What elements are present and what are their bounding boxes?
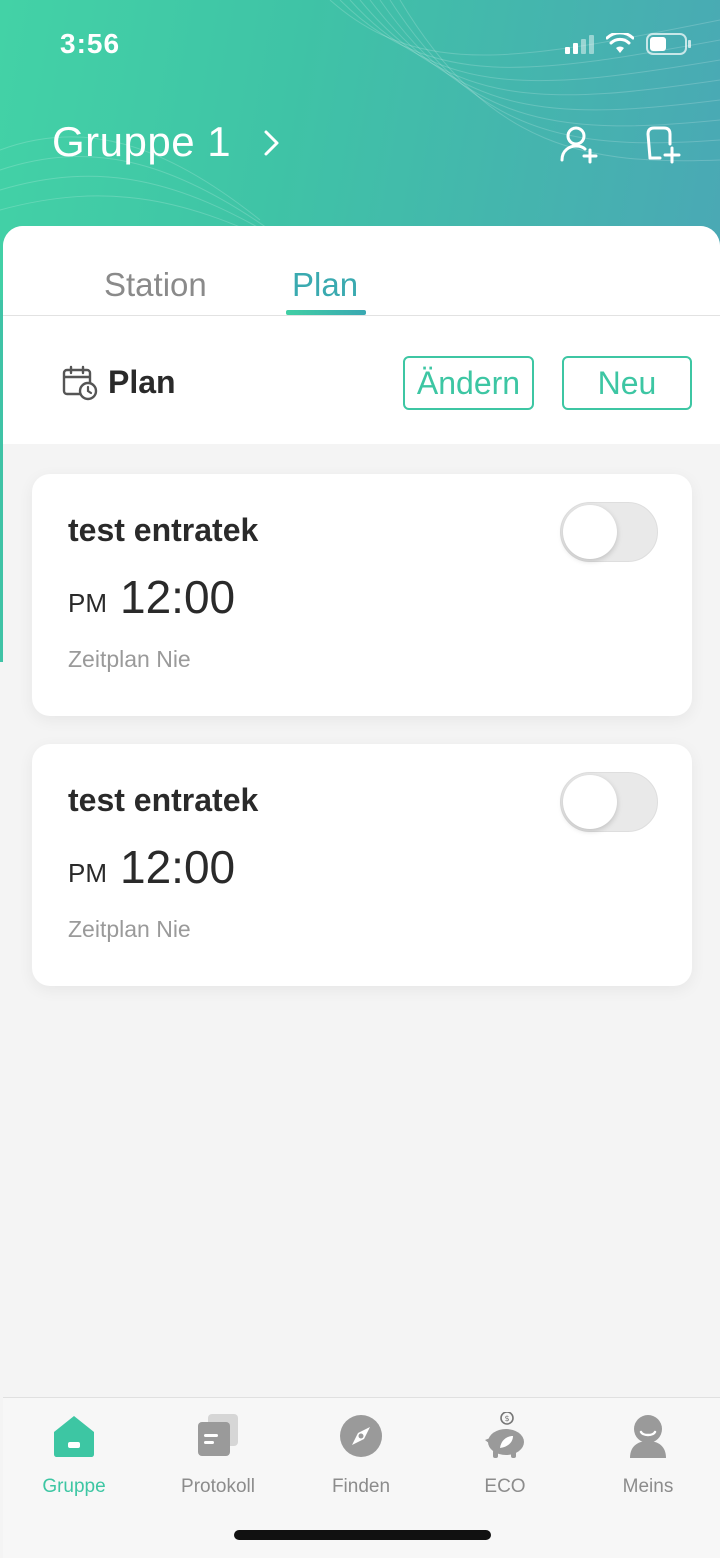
- schedule-toggle[interactable]: [560, 502, 658, 562]
- header-title-row: Gruppe 1: [0, 110, 720, 180]
- add-user-icon[interactable]: [558, 122, 602, 166]
- nav-label: Finden: [331, 1476, 391, 1497]
- schedule-name: test entratek: [68, 512, 259, 548]
- status-bar: 3:56: [0, 0, 720, 90]
- add-device-icon[interactable]: [640, 122, 684, 166]
- schedule-time: 12:00: [120, 571, 236, 623]
- home-icon: [50, 1412, 98, 1460]
- signal-icon: [564, 33, 594, 60]
- nav-item-meins[interactable]: Meins: [578, 1408, 718, 1498]
- chevron-right-icon[interactable]: [262, 126, 282, 165]
- toggle-knob: [563, 505, 617, 559]
- piggy-bank-icon: $: [481, 1411, 529, 1460]
- plan-heading: Plan: [108, 364, 176, 400]
- calendar-clock-icon: [61, 364, 99, 407]
- nav-item-protokoll[interactable]: Protokoll: [148, 1408, 288, 1498]
- tab-plan[interactable]: Plan: [292, 266, 358, 304]
- toggle-knob: [563, 775, 617, 829]
- plan-toolbar: Plan Ändern Neu: [3, 316, 720, 444]
- nav-item-finden[interactable]: Finden: [291, 1408, 431, 1498]
- profile-icon: [624, 1412, 672, 1460]
- schedule-card[interactable]: test entratek PM 12:00 Zeitplan Nie: [32, 474, 692, 716]
- schedule-name: test entratek: [68, 782, 259, 818]
- content-panel: Station Plan Plan Ändern Neu test entrat…: [3, 226, 720, 1396]
- nav-label: Gruppe: [42, 1476, 106, 1497]
- schedule-card[interactable]: test entratek PM 12:00 Zeitplan Nie: [32, 744, 692, 986]
- schedule-repeat: Zeitplan Nie: [68, 916, 191, 942]
- status-icons: [564, 31, 692, 61]
- edit-button[interactable]: Ändern: [403, 356, 534, 410]
- log-icon: [194, 1412, 242, 1460]
- schedule-repeat: Zeitplan Nie: [68, 646, 191, 672]
- active-tab-indicator: [286, 310, 366, 315]
- tab-station[interactable]: Station: [104, 266, 207, 304]
- new-button[interactable]: Neu: [562, 356, 692, 410]
- group-title[interactable]: Gruppe 1: [52, 118, 231, 166]
- schedule-ampm: PM: [68, 588, 107, 618]
- nav-item-eco[interactable]: $ ECO: [435, 1408, 575, 1498]
- wifi-icon: [605, 31, 635, 60]
- nav-item-gruppe[interactable]: Gruppe: [4, 1408, 144, 1498]
- nav-label: Protokoll: [181, 1476, 255, 1497]
- nav-label: ECO: [484, 1476, 526, 1497]
- nav-label: Meins: [622, 1476, 674, 1497]
- segment-tabs: Station Plan: [3, 226, 720, 316]
- svg-text:$: $: [504, 1414, 509, 1423]
- schedule-toggle[interactable]: [560, 772, 658, 832]
- schedule-time: 12:00: [120, 841, 236, 893]
- battery-icon: [646, 32, 692, 61]
- compass-icon: [337, 1412, 385, 1460]
- status-time: 3:56: [60, 28, 121, 59]
- home-indicator[interactable]: [234, 1530, 491, 1540]
- schedule-ampm: PM: [68, 858, 107, 888]
